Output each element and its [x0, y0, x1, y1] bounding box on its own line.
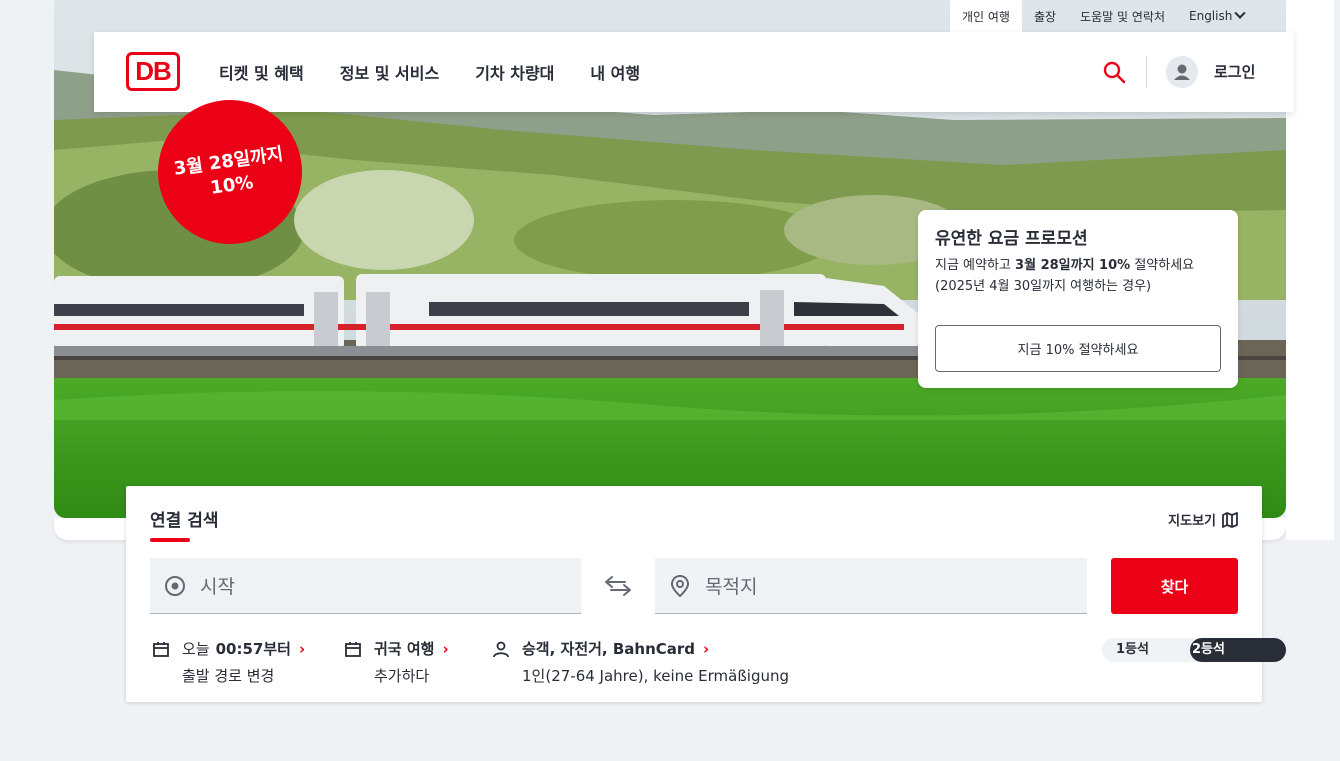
db-logo[interactable]: DB — [126, 52, 180, 91]
second-class-option[interactable]: 2등석 — [1190, 638, 1286, 662]
promo-card: 유연한 요금 프로모션 지금 예약하고 3월 28일까지 10% 절약하세요 (… — [918, 210, 1238, 388]
user-avatar-icon[interactable] — [1166, 56, 1198, 88]
swap-arrows-icon[interactable] — [603, 574, 633, 598]
nav-my-trips[interactable]: 내 여행 — [590, 60, 640, 84]
to-placeholder: 목적지 — [705, 576, 758, 598]
to-field[interactable]: 목적지 — [655, 558, 1087, 614]
meta-nav-private-travel[interactable]: 개인 여행 — [950, 0, 1022, 32]
passengers-summary: 1인(27-64 Jahre), keine Ermäßigung — [522, 667, 790, 685]
login-link[interactable]: 로그인 — [1214, 32, 1255, 112]
search-tab-indicator — [150, 538, 190, 542]
departure-change-text: 출발 경로 변경 — [182, 667, 275, 685]
chevron-right-icon: › — [442, 639, 449, 658]
promo-text-pre: 지금 예약하고 — [935, 258, 1016, 273]
calendar-icon — [345, 641, 361, 657]
destination-pin-icon — [670, 574, 690, 597]
language-selector[interactable]: English — [1177, 0, 1256, 32]
header-divider — [1146, 56, 1147, 88]
origin-target-icon — [165, 575, 185, 596]
passengers-label: 승객, 자전거, — [522, 640, 613, 658]
meta-nav-business-travel[interactable]: 출장 — [1022, 0, 1068, 32]
departure-time-label: 00:57부터 — [215, 640, 291, 658]
departure-day-label: 오늘 — [182, 640, 210, 658]
nav-tickets-offers[interactable]: 티켓 및 혜택 — [219, 60, 304, 84]
meta-nav: 개인 여행 출장 도움말 및 연락처 English — [950, 0, 1256, 32]
chevron-right-icon: › — [703, 639, 710, 658]
map-view-label: 지도보기 — [1168, 514, 1216, 529]
travel-class-toggle[interactable]: 1등석 2등석 — [1102, 638, 1286, 662]
language-label: English — [1189, 9, 1233, 23]
map-icon — [1222, 511, 1238, 528]
promo-text: 지금 예약하고 3월 28일까지 10% 절약하세요 (2025년 4월 30일… — [935, 255, 1221, 297]
from-placeholder: 시작 — [200, 576, 235, 598]
search-submit-button[interactable]: 찾다 — [1111, 558, 1238, 614]
nav-train-fleet[interactable]: 기차 차량대 — [475, 60, 554, 84]
promo-save-button[interactable]: 지금 10% 절약하세요 — [935, 325, 1221, 372]
person-icon — [493, 641, 509, 657]
map-view-link[interactable]: 지도보기 — [1168, 510, 1238, 529]
meta-nav-help-contact[interactable]: 도움말 및 연락처 — [1068, 0, 1177, 32]
return-trip-add-text: 추가하다 — [374, 667, 430, 685]
main-nav: 티켓 및 혜택 정보 및 서비스 기차 차량대 내 여행 — [219, 32, 640, 112]
chevron-right-icon: › — [298, 639, 306, 658]
departure-time-option[interactable]: 오늘 00:57부터 › 출발 경로 변경 — [152, 638, 305, 686]
search-tab-title[interactable]: 연결 검색 — [150, 506, 218, 531]
first-class-option[interactable]: 1등석 — [1116, 638, 1149, 662]
from-field[interactable]: 시작 — [150, 558, 581, 614]
site-header: DB 티켓 및 혜택 정보 및 서비스 기차 차량대 내 여행 로그인 — [94, 32, 1294, 112]
calendar-icon — [153, 641, 169, 657]
promo-title: 유연한 요금 프로모션 — [935, 229, 1088, 249]
return-trip-label: 귀국 여행 — [374, 640, 435, 658]
bahncard-label: BahnCard — [612, 640, 696, 658]
nav-info-services[interactable]: 정보 및 서비스 — [340, 60, 439, 84]
passengers-option[interactable]: 승객, 자전거, BahnCard › 1인(27-64 Jahre), kei… — [492, 638, 789, 686]
search-icon[interactable] — [1102, 60, 1126, 84]
connection-search-panel: 연결 검색 지도보기 시작 목적지 찾다 오늘 00:57부터 › 출발 경로 … — [126, 486, 1286, 702]
promo-text-bold: 3월 28일까지 10% — [1015, 258, 1131, 273]
chevron-down-icon — [1234, 7, 1247, 19]
return-trip-option[interactable]: 귀국 여행 › 추가하다 — [344, 638, 449, 686]
